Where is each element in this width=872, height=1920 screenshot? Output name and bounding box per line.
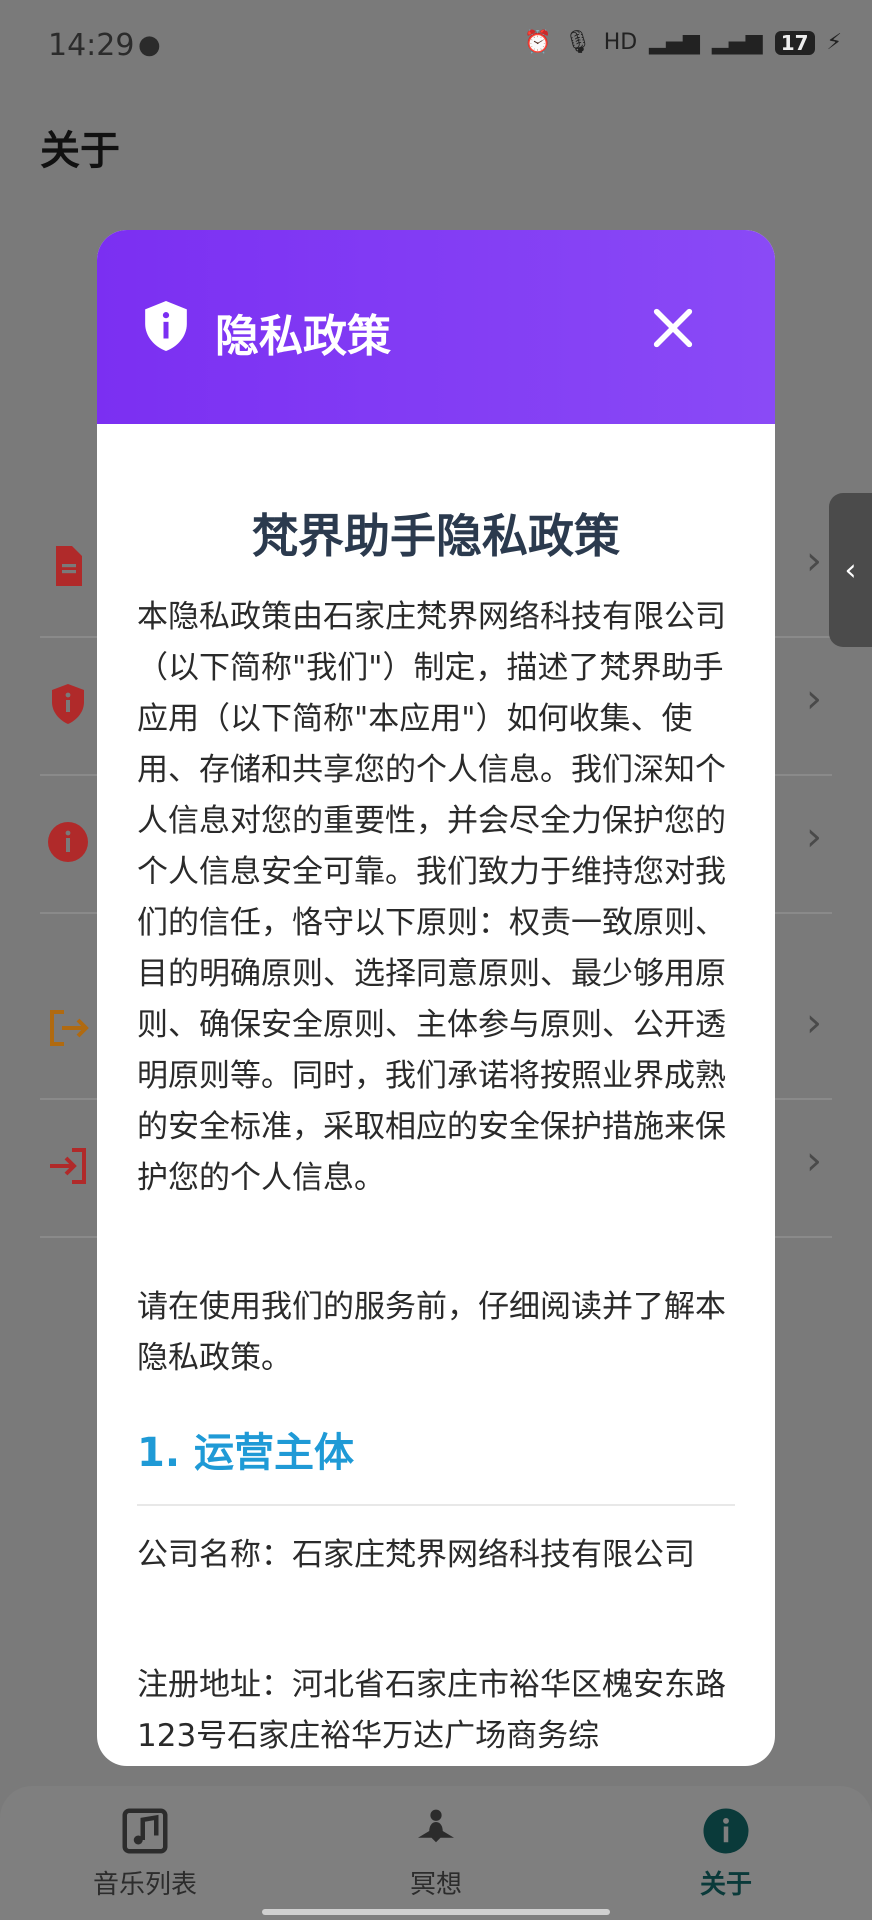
charging-icon: ⚡ <box>826 30 842 55</box>
alarm-icon: ⏰ <box>524 30 552 55</box>
status-icons: ⏰ 🎙 HD ▂▄▆ ▂▄▆ 17 ⚡ <box>524 30 842 55</box>
battery-level: 17 <box>774 30 815 55</box>
nav-about[interactable]: 关于 <box>646 1804 806 1901</box>
meditation-icon <box>418 1809 454 1843</box>
notice-paragraph: 请在使用我们的服务前，仔细阅读并了解本隐私政策。 <box>137 1289 726 1376</box>
bottom-nav: 音乐列表 冥想 关于 <box>0 1786 872 1920</box>
info-icon <box>703 1808 749 1854</box>
nav-label: 音乐列表 <box>92 1870 197 1900</box>
page-title: 关于 <box>40 128 120 174</box>
document-title: 梵界助手隐私政策 <box>252 509 620 563</box>
wechat-icon: ● <box>138 30 161 60</box>
music-list-icon <box>122 1808 168 1854</box>
mic-icon: 🎙 <box>563 30 592 55</box>
logout-icon <box>50 1010 89 1046</box>
dialog-header: 隐私政策 <box>97 230 775 424</box>
nav-label: 冥想 <box>409 1870 462 1900</box>
nav-meditation[interactable]: 冥想 <box>356 1804 516 1901</box>
chevron-right-icon: › <box>806 538 822 584</box>
side-panel-handle[interactable]: ‹ <box>829 493 872 647</box>
document-icon <box>56 546 82 586</box>
section-divider <box>137 1504 735 1506</box>
chevron-right-icon: › <box>806 1000 822 1046</box>
chevron-left-icon: ‹ <box>844 552 857 588</box>
privacy-policy-dialog: 隐私政策 梵界助手隐私政策 本隐私政策由石家庄梵界网络科技有限公司（以下简称"我… <box>97 230 775 1766</box>
login-icon <box>50 1148 86 1184</box>
chevron-right-icon: › <box>806 1138 822 1184</box>
info-icon <box>48 822 88 862</box>
status-bar: 14:29 ● ⏰ 🎙 HD ▂▄▆ ▂▄▆ 17 ⚡ <box>0 0 872 92</box>
shield-icon <box>52 684 84 724</box>
chevron-right-icon: › <box>806 676 822 722</box>
address-line: 注册地址：河北省石家庄市裕华区槐安东路123号石家庄裕华万达广场商务综 <box>137 1667 726 1754</box>
intro-paragraph: 本隐私政策由石家庄梵界网络科技有限公司（以下简称"我们"）制定，描述了梵界助手应… <box>137 599 726 1196</box>
signal-icon: ▂▄▆ <box>649 30 700 55</box>
shield-icon <box>145 301 187 351</box>
nav-music-list[interactable]: 音乐列表 <box>65 1804 225 1901</box>
section-heading: 1. 运营主体 <box>137 1430 354 1476</box>
close-icon[interactable] <box>645 300 701 356</box>
status-time: 14:29 <box>48 28 135 63</box>
dialog-title: 隐私政策 <box>215 311 391 362</box>
company-name-line: 公司名称：石家庄梵界网络科技有限公司 <box>137 1537 695 1573</box>
chevron-right-icon: › <box>806 814 822 860</box>
signal-icon-2: ▂▄▆ <box>711 30 763 55</box>
hd-icon: HD <box>603 30 638 55</box>
home-indicator <box>262 1909 610 1915</box>
policy-content[interactable]: 梵界助手隐私政策 本隐私政策由石家庄梵界网络科技有限公司（以下简称"我们"）制定… <box>97 424 775 1766</box>
nav-label: 关于 <box>699 1870 752 1900</box>
